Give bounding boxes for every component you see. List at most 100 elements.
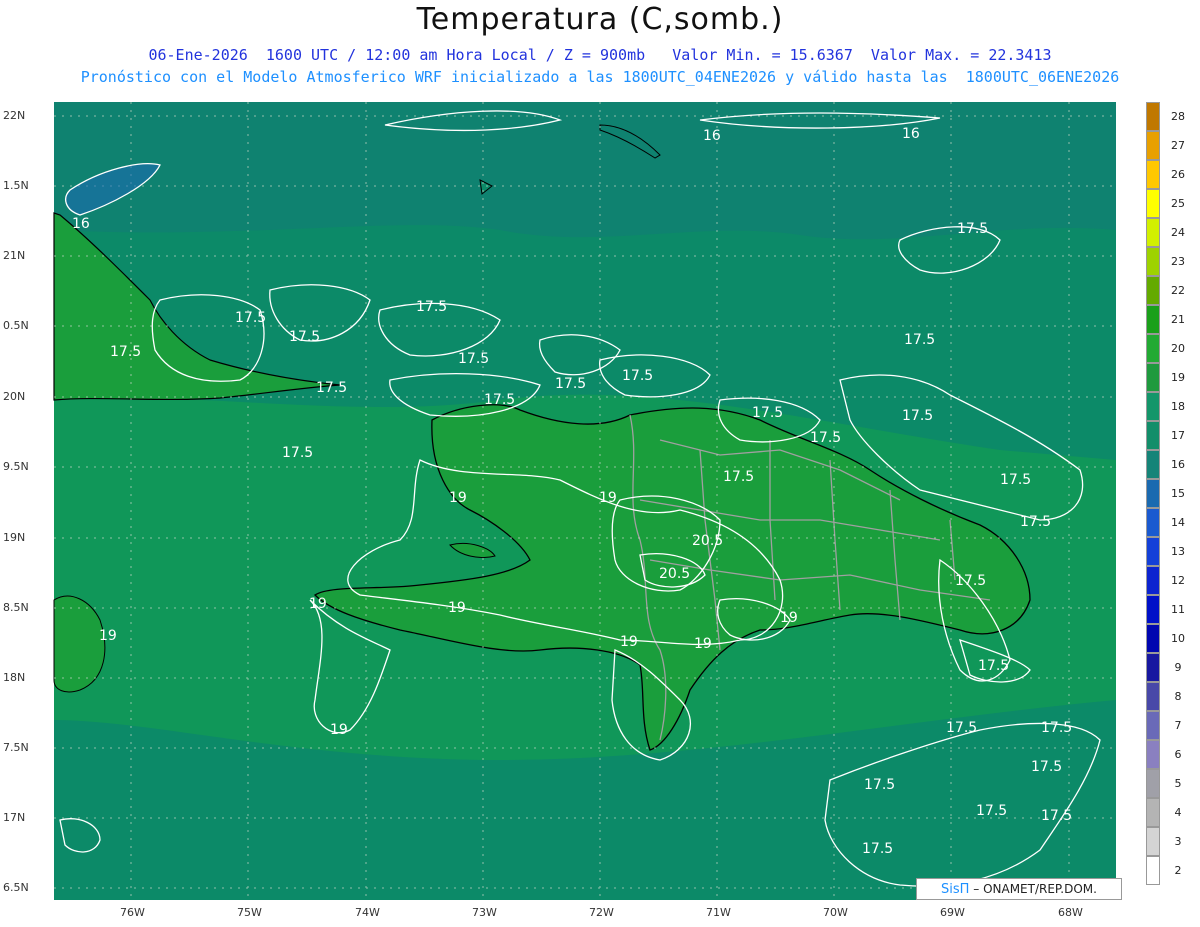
contour-label: 17.5 <box>1041 808 1073 824</box>
lat-label-20n: 20N <box>3 390 26 403</box>
contour-label: 17.5 <box>1020 514 1052 530</box>
lon-label-71w: 71W <box>706 906 731 919</box>
contour-label: 17.5 <box>110 344 142 360</box>
contour-label: 19 <box>99 628 117 644</box>
lon-label-74w: 74W <box>355 906 380 919</box>
legend-swatch <box>1146 653 1160 682</box>
contour-label: 17.5 <box>904 332 936 348</box>
contour-label: 17.5 <box>235 310 267 326</box>
legend-label: 14 <box>1171 516 1185 529</box>
legend-label: 24 <box>1171 226 1185 239</box>
legend-label: 21 <box>1171 313 1185 326</box>
legend-swatch <box>1146 508 1160 537</box>
contour-label: 17.5 <box>622 368 654 384</box>
contour-label: 19 <box>620 634 638 650</box>
lon-label-76w: 76W <box>120 906 145 919</box>
legend-label: 11 <box>1171 603 1185 616</box>
contour-label: 19 <box>448 600 466 616</box>
legend-label: 3 <box>1174 835 1182 848</box>
legend-swatch <box>1146 189 1160 218</box>
contour-label: 16 <box>72 216 90 232</box>
contour-label: 17.5 <box>752 405 784 421</box>
legend-label: 5 <box>1174 777 1182 790</box>
legend-label: 2 <box>1174 864 1182 877</box>
legend-swatch <box>1146 276 1160 305</box>
legend-label: 9 <box>1174 661 1182 674</box>
legend-label: 15 <box>1171 487 1185 500</box>
contour-label: 17.5 <box>810 430 842 446</box>
legend-label: 4 <box>1174 806 1182 819</box>
contour-label: 19 <box>599 490 617 506</box>
contour-label: 17.5 <box>1031 759 1063 775</box>
contour-label: 17.5 <box>723 469 755 485</box>
legend-label: 23 <box>1171 255 1185 268</box>
lat-label-21-5n: 1.5N <box>3 179 29 192</box>
contour-label: 19 <box>309 596 327 612</box>
lat-label-22n: 22N <box>3 109 26 122</box>
credit-box: SisΠ – ONAMET/REP.DOM. <box>916 878 1122 900</box>
legend-label: 25 <box>1171 197 1185 210</box>
contour-label: 17.5 <box>976 803 1008 819</box>
contour-label: 17.5 <box>282 445 314 461</box>
contour-label: 19 <box>780 610 798 626</box>
legend-swatch <box>1146 450 1160 479</box>
legend-label: 10 <box>1171 632 1185 645</box>
legend-label: 27 <box>1171 139 1185 152</box>
legend-label: 8 <box>1174 690 1182 703</box>
legend-swatch <box>1146 160 1160 189</box>
legend-swatch <box>1146 537 1160 566</box>
contour-label: 17.5 <box>416 299 448 315</box>
contour-label: 19 <box>694 636 712 652</box>
contour-label: 17.5 <box>289 329 321 345</box>
contour-label: 20.5 <box>692 533 724 549</box>
contour-label: 19 <box>449 490 467 506</box>
contour-label: 20.5 <box>659 566 691 582</box>
lat-label-21n: 21N <box>3 249 26 262</box>
contour-label: 17.5 <box>862 841 894 857</box>
contour-label: 17.5 <box>484 392 516 408</box>
lon-label-75w: 75W <box>237 906 262 919</box>
legend-label: 12 <box>1171 574 1185 587</box>
legend-swatch <box>1146 305 1160 334</box>
lon-label-68w: 68W <box>1058 906 1083 919</box>
lat-label-17-5n: 7.5N <box>3 741 29 754</box>
legend-swatch <box>1146 624 1160 653</box>
contour-label: 19 <box>330 722 348 738</box>
credit-text: – ONAMET/REP.DOM. <box>969 882 1097 896</box>
legend-label: 19 <box>1171 371 1185 384</box>
lat-label-20-5n: 0.5N <box>3 319 29 332</box>
legend-swatch <box>1146 247 1160 276</box>
contour-label: 17.5 <box>978 658 1010 674</box>
legend-label: 16 <box>1171 458 1185 471</box>
contour-label: 17.5 <box>955 573 987 589</box>
legend-swatch <box>1146 479 1160 508</box>
legend-swatch <box>1146 421 1160 450</box>
legend-swatch <box>1146 131 1160 160</box>
legend-label: 20 <box>1171 342 1185 355</box>
legend-label: 26 <box>1171 168 1185 181</box>
lon-label-73w: 73W <box>472 906 497 919</box>
legend-swatch <box>1146 856 1160 885</box>
legend-swatch <box>1146 566 1160 595</box>
lat-label-19n: 19N <box>3 531 26 544</box>
contour-label: 17.5 <box>316 380 348 396</box>
contour-label: 16 <box>902 126 920 142</box>
lon-label-69w: 69W <box>940 906 965 919</box>
contour-label: 17.5 <box>864 777 896 793</box>
lat-label-18-5n: 8.5N <box>3 601 29 614</box>
legend-swatch <box>1146 682 1160 711</box>
legend-swatch <box>1146 711 1160 740</box>
legend-label: 28 <box>1171 110 1185 123</box>
legend-swatch <box>1146 218 1160 247</box>
contour-label: 16 <box>703 128 721 144</box>
legend-label: 6 <box>1174 748 1182 761</box>
legend-swatch <box>1146 102 1160 131</box>
legend-label: 7 <box>1174 719 1182 732</box>
legend-label: 18 <box>1171 400 1185 413</box>
contour-label: 17.5 <box>1041 720 1073 736</box>
contour-label: 17.5 <box>946 720 978 736</box>
lat-label-18n: 18N <box>3 671 26 684</box>
contour-label: 17.5 <box>957 221 989 237</box>
contour-label: 17.5 <box>458 351 490 367</box>
legend-swatch <box>1146 827 1160 856</box>
